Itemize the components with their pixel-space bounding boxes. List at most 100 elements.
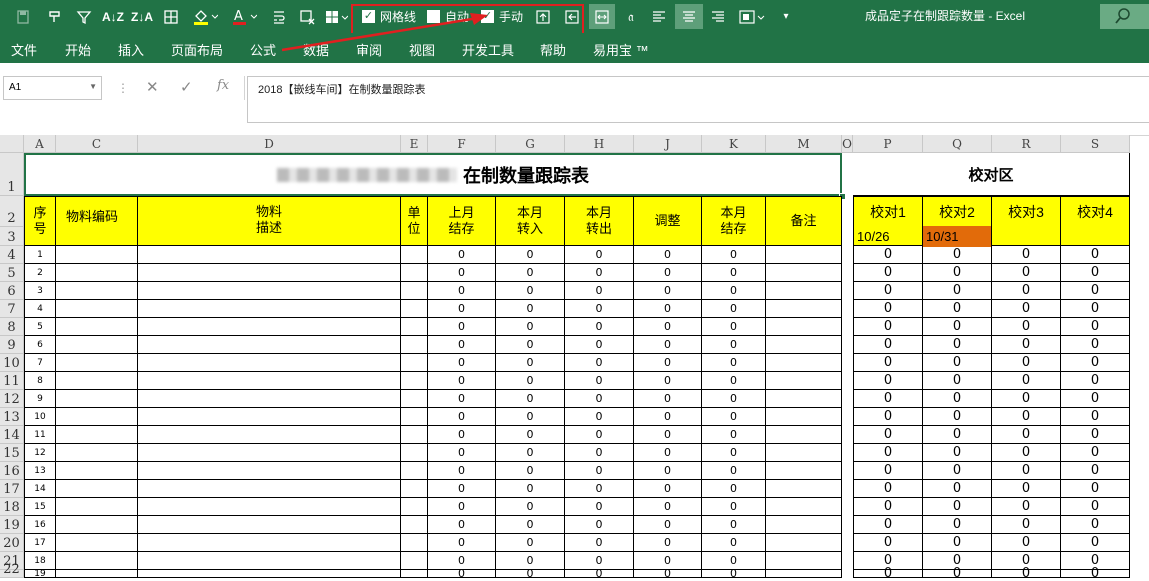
check-cell[interactable]: 0 [923, 354, 992, 372]
table-cell[interactable]: 0 [565, 318, 634, 336]
table-cell[interactable] [766, 246, 842, 264]
table-cell[interactable]: 5 [24, 318, 56, 336]
borders-icon[interactable] [160, 4, 182, 29]
row-header-18[interactable]: 18 [0, 498, 24, 516]
check-cell[interactable]: 0 [1061, 282, 1130, 300]
insert-function-icon[interactable]: fx [217, 78, 229, 93]
header-desc[interactable]: 物料 描述 [138, 196, 401, 246]
column-header-j[interactable]: J [634, 135, 702, 153]
table-cell[interactable] [401, 372, 428, 390]
check-cell[interactable]: 0 [1061, 498, 1130, 516]
check-cell[interactable]: 0 [923, 566, 992, 581]
table-cell[interactable] [138, 300, 401, 318]
table-cell[interactable] [56, 570, 138, 578]
check-cell[interactable]: 0 [853, 264, 923, 282]
check-cell[interactable]: 0 [1061, 480, 1130, 498]
check-cell[interactable]: 0 [853, 282, 923, 300]
table-cell[interactable]: 0 [565, 390, 634, 408]
table-cell[interactable]: 0 [496, 390, 565, 408]
row-header-1[interactable]: 1 [0, 153, 24, 196]
table-cell[interactable]: 0 [565, 567, 634, 580]
check-cell[interactable]: 0 [992, 282, 1061, 300]
align-center-icon[interactable] [675, 4, 703, 29]
check-cell[interactable]: 0 [1061, 390, 1130, 408]
table-cell[interactable]: 0 [634, 354, 702, 372]
table-cell[interactable] [766, 354, 842, 372]
table-cell[interactable] [401, 408, 428, 426]
table-cell[interactable] [138, 318, 401, 336]
table-cell[interactable]: 0 [565, 354, 634, 372]
name-box[interactable]: A1 ▼ [3, 76, 102, 100]
table-cell[interactable] [56, 480, 138, 498]
table-cell[interactable]: 0 [428, 264, 496, 282]
check-cell[interactable]: 0 [853, 390, 923, 408]
column-header-c[interactable]: C [56, 135, 138, 153]
table-cell[interactable]: 7 [24, 354, 56, 372]
table-cell[interactable]: 0 [428, 246, 496, 264]
tab-data[interactable]: 数据 [303, 40, 329, 59]
table-cell[interactable] [401, 318, 428, 336]
table-cell[interactable]: 0 [634, 426, 702, 444]
check-cell[interactable]: 0 [853, 336, 923, 354]
table-cell[interactable]: 0 [496, 300, 565, 318]
check-cell[interactable]: 0 [992, 336, 1061, 354]
table-cell[interactable] [138, 426, 401, 444]
check-cell[interactable]: 0 [992, 566, 1061, 581]
check-cell[interactable]: 0 [853, 444, 923, 462]
row-header-5[interactable]: 5 [0, 264, 24, 282]
table-cell[interactable] [138, 246, 401, 264]
row-header-17[interactable]: 17 [0, 480, 24, 498]
check-cell[interactable]: 0 [1061, 534, 1130, 552]
check-header-2[interactable]: 校对2 10/31 [923, 196, 992, 247]
table-cell[interactable]: 0 [565, 282, 634, 300]
check-cell[interactable]: 0 [1061, 444, 1130, 462]
check-cell[interactable]: 0 [1061, 300, 1130, 318]
table-cell[interactable]: 0 [702, 426, 766, 444]
table-cell[interactable]: 0 [634, 516, 702, 534]
table-cell[interactable] [401, 426, 428, 444]
table-cell[interactable] [766, 318, 842, 336]
table-cell[interactable]: 11 [24, 426, 56, 444]
table-cell[interactable] [138, 570, 401, 578]
delete-cells-icon[interactable] [296, 4, 318, 29]
table-cell[interactable]: 0 [496, 426, 565, 444]
check-cell[interactable]: 0 [992, 390, 1061, 408]
table-cell[interactable]: 0 [634, 336, 702, 354]
header-remark[interactable]: 备注 [766, 196, 842, 246]
table-cell[interactable]: 0 [634, 300, 702, 318]
table-cell[interactable] [766, 516, 842, 534]
check-cell[interactable]: 0 [923, 318, 992, 336]
fill-color-icon[interactable] [190, 4, 220, 29]
table-cell[interactable]: 0 [702, 444, 766, 462]
table-cell[interactable] [766, 534, 842, 552]
table-cell[interactable]: 0 [702, 408, 766, 426]
column-header-k[interactable]: K [702, 135, 766, 153]
table-cell[interactable] [401, 516, 428, 534]
table-cell[interactable]: 0 [428, 318, 496, 336]
header-in[interactable]: 本月 转入 [496, 196, 565, 246]
row-header-13[interactable]: 13 [0, 408, 24, 426]
table-cell[interactable]: 0 [702, 318, 766, 336]
header-seq[interactable]: 序 号 [24, 196, 56, 246]
table-cell[interactable]: 2 [24, 264, 56, 282]
table-cell[interactable] [56, 354, 138, 372]
table-cell[interactable]: 0 [496, 282, 565, 300]
table-cell[interactable] [766, 300, 842, 318]
table-cell[interactable] [56, 264, 138, 282]
tab-page-layout[interactable]: 页面布局 [171, 40, 223, 59]
table-cell[interactable] [401, 552, 428, 570]
table-cell[interactable]: 17 [24, 534, 56, 552]
table-cell[interactable]: 0 [702, 390, 766, 408]
table-cell[interactable] [56, 552, 138, 570]
table-cell[interactable] [766, 480, 842, 498]
check-cell[interactable]: 0 [853, 566, 923, 581]
enter-icon[interactable]: ✓ [180, 78, 193, 96]
tab-help[interactable]: 帮助 [540, 40, 566, 59]
table-cell[interactable] [766, 498, 842, 516]
table-cell[interactable] [766, 264, 842, 282]
check-cell[interactable]: 0 [992, 426, 1061, 444]
check-cell[interactable]: 0 [992, 498, 1061, 516]
check-cell[interactable]: 0 [923, 390, 992, 408]
align-right-icon[interactable] [707, 4, 729, 29]
table-cell[interactable]: 10 [24, 408, 56, 426]
